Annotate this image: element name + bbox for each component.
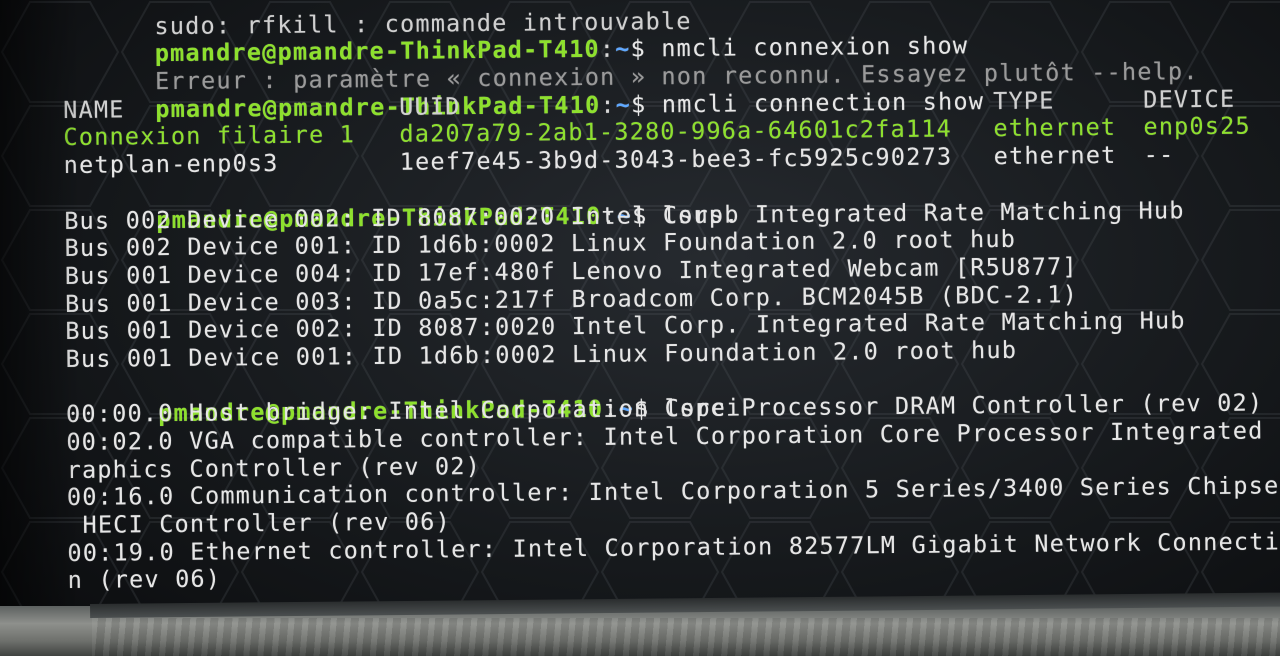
column-header-type: TYPE	[993, 86, 1055, 115]
connection-name: Connexion filaire 1	[63, 120, 356, 152]
keyboard-area-texture	[92, 618, 1280, 656]
photo-of-laptop-screen: sudo: rfkill : commande introuvable pman…	[0, 0, 1280, 656]
connection-device: --	[1143, 140, 1175, 169]
column-header-device: DEVICE	[1143, 84, 1236, 114]
connection-device: enp0s25	[1143, 112, 1251, 142]
connection-type: ethernet	[993, 113, 1117, 143]
terminal-window[interactable]: sudo: rfkill : commande introuvable pman…	[62, 0, 1280, 606]
screen-left-shadow	[0, 0, 80, 656]
connection-type: ethernet	[993, 141, 1117, 171]
connection-name: netplan-enp0s3	[63, 149, 279, 180]
